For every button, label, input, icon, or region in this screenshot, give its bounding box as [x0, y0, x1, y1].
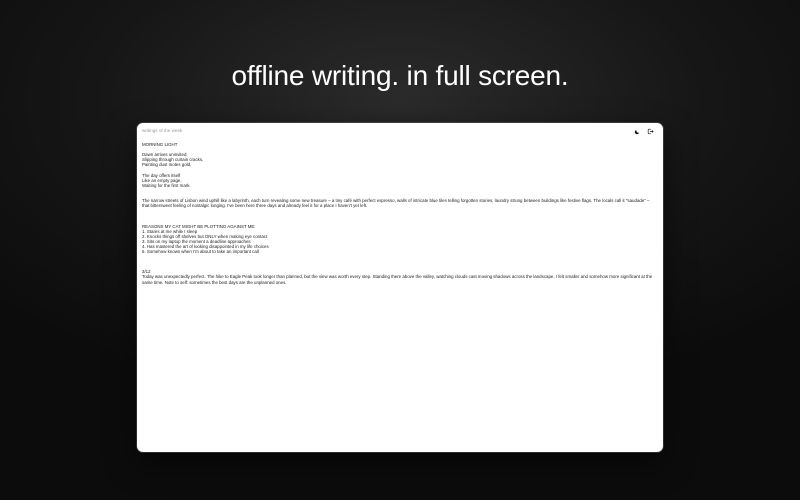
- exit-fullscreen-button[interactable]: [646, 127, 655, 136]
- editor-text-area[interactable]: MORNING LIGHT Dawn arrives uninvited, Slip…: [142, 142, 658, 285]
- moon-icon: [634, 129, 639, 134]
- theme-toggle-button[interactable]: [632, 127, 641, 136]
- document-title[interactable]: writings of the week: [142, 128, 182, 133]
- exit-fullscreen-icon: [647, 128, 654, 135]
- app-window: writings of the week MORNING LIGHT Dawn a…: [137, 123, 663, 452]
- hero-title: offline writing. in full screen.: [231, 60, 569, 91]
- editor-line: Today was unexpectedly perfect. The hike…: [142, 274, 654, 285]
- editor-line: The narrow streets of Lisbon wind uphill…: [142, 198, 651, 209]
- window-toolbar: writings of the week: [137, 123, 663, 139]
